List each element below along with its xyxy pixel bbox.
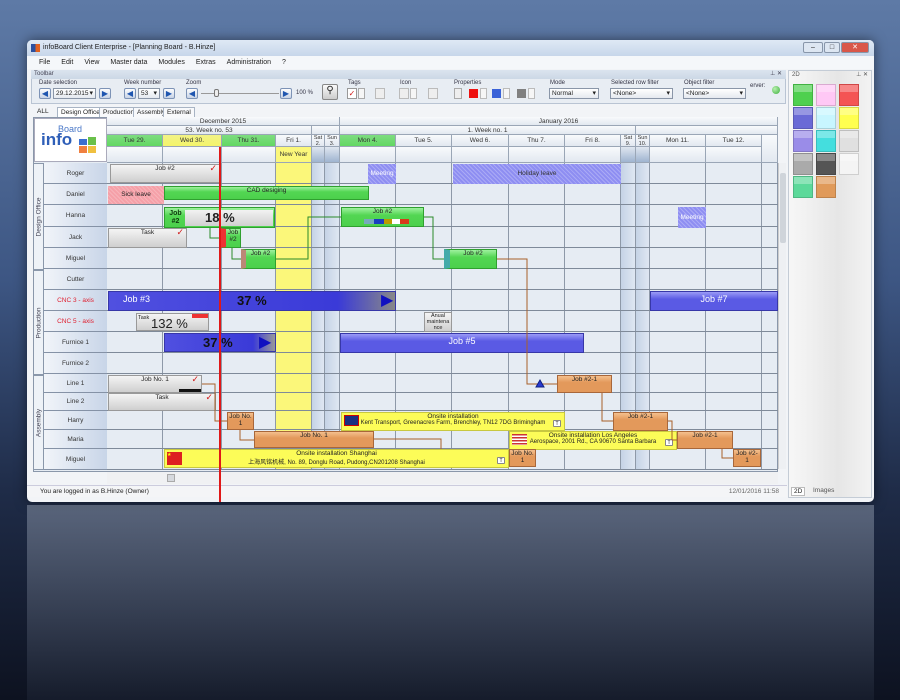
connector-line (202, 383, 227, 422)
connector-line (239, 430, 254, 441)
connector-line (374, 438, 442, 449)
dependency-connectors (202, 216, 733, 459)
connector-line (276, 216, 341, 260)
connector-line (721, 449, 733, 459)
today-line (219, 147, 221, 502)
connector-line (231, 248, 241, 260)
connector-line (424, 216, 444, 260)
connector-line (601, 393, 613, 422)
connector-line (668, 420, 677, 441)
connector-line (497, 258, 557, 385)
